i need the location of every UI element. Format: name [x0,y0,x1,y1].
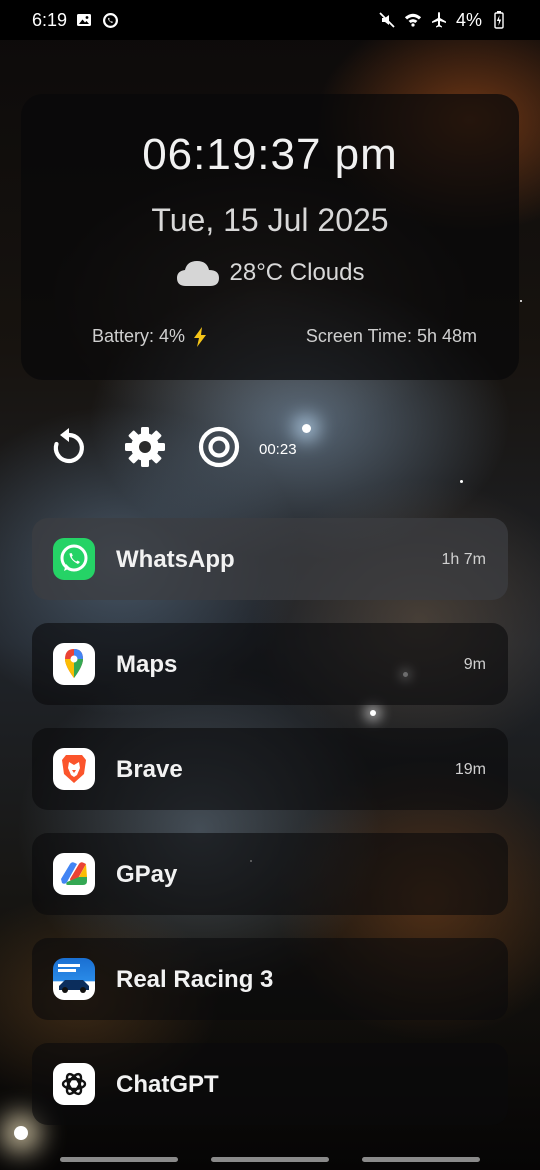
star [460,480,463,483]
battery-charging-icon [490,11,508,29]
app-item-brave[interactable]: Brave 19m [32,728,508,810]
star [520,300,522,302]
star [370,710,376,716]
app-item-chatgpt[interactable]: ChatGPT [32,1043,508,1125]
star [302,424,311,433]
refresh-button[interactable] [46,424,92,470]
app-name: Real Racing 3 [116,966,274,993]
home-screen: 6:19 4% 06:19:37 pm Tue, 15 Jul 2025 28°… [0,0,540,1170]
app-usage-time: 1h 7m [441,551,486,568]
brave-icon [53,748,95,790]
chatgpt-icon [53,1063,95,1105]
refresh-icon [48,426,90,468]
mute-icon [378,11,396,29]
focus-timer-text: 00:23 [259,441,297,458]
lightning-bolt-icon [193,326,207,347]
app-usage-time: 9m [463,656,486,673]
nav-handle-center[interactable] [211,1157,329,1162]
target-icon [197,425,241,469]
app-name: Maps [116,651,178,678]
app-name: ChatGPT [116,1071,219,1098]
clock-time: 06:19:37 pm [142,130,398,179]
weather-row: 28°C Clouds [0,258,540,288]
weather-text: 28°C Clouds [229,259,365,286]
clock-date: Tue, 15 Jul 2025 [151,202,389,238]
image-icon [75,11,93,29]
settings-button[interactable] [122,424,168,470]
focus-timer-button[interactable] [196,424,242,470]
gpay-icon [53,853,95,895]
nav-handle-left [60,1157,178,1162]
status-bar: 6:19 4% [0,0,540,40]
app-name: WhatsApp [116,546,235,573]
app-name: Brave [116,756,183,783]
app-usage-time: 19m [454,761,486,778]
nav-handle-right [362,1157,480,1162]
app-item-gpay[interactable]: GPay [32,833,508,915]
whatsapp-notification-icon [101,11,119,29]
status-time: 6:19 [32,9,68,30]
cloud-icon [176,258,220,288]
star [14,1126,28,1140]
maps-icon [53,643,95,685]
whatsapp-icon [53,538,95,580]
battery-status: Battery: 4% [92,326,207,347]
wifi-icon [404,11,422,29]
app-item-real-racing-3[interactable]: Real Racing 3 [32,938,508,1020]
status-battery-percent: 4% [455,9,482,30]
real-racing-icon [53,958,95,1000]
gear-icon [123,425,167,469]
app-item-whatsapp[interactable]: WhatsApp 1h 7m [32,518,508,600]
app-item-maps[interactable]: Maps 9m [32,623,508,705]
screen-time: Screen Time: 5h 48m [305,326,477,346]
app-name: GPay [116,861,178,888]
battery-label: Battery: 4% [92,326,186,346]
airplane-mode-icon [430,11,448,29]
